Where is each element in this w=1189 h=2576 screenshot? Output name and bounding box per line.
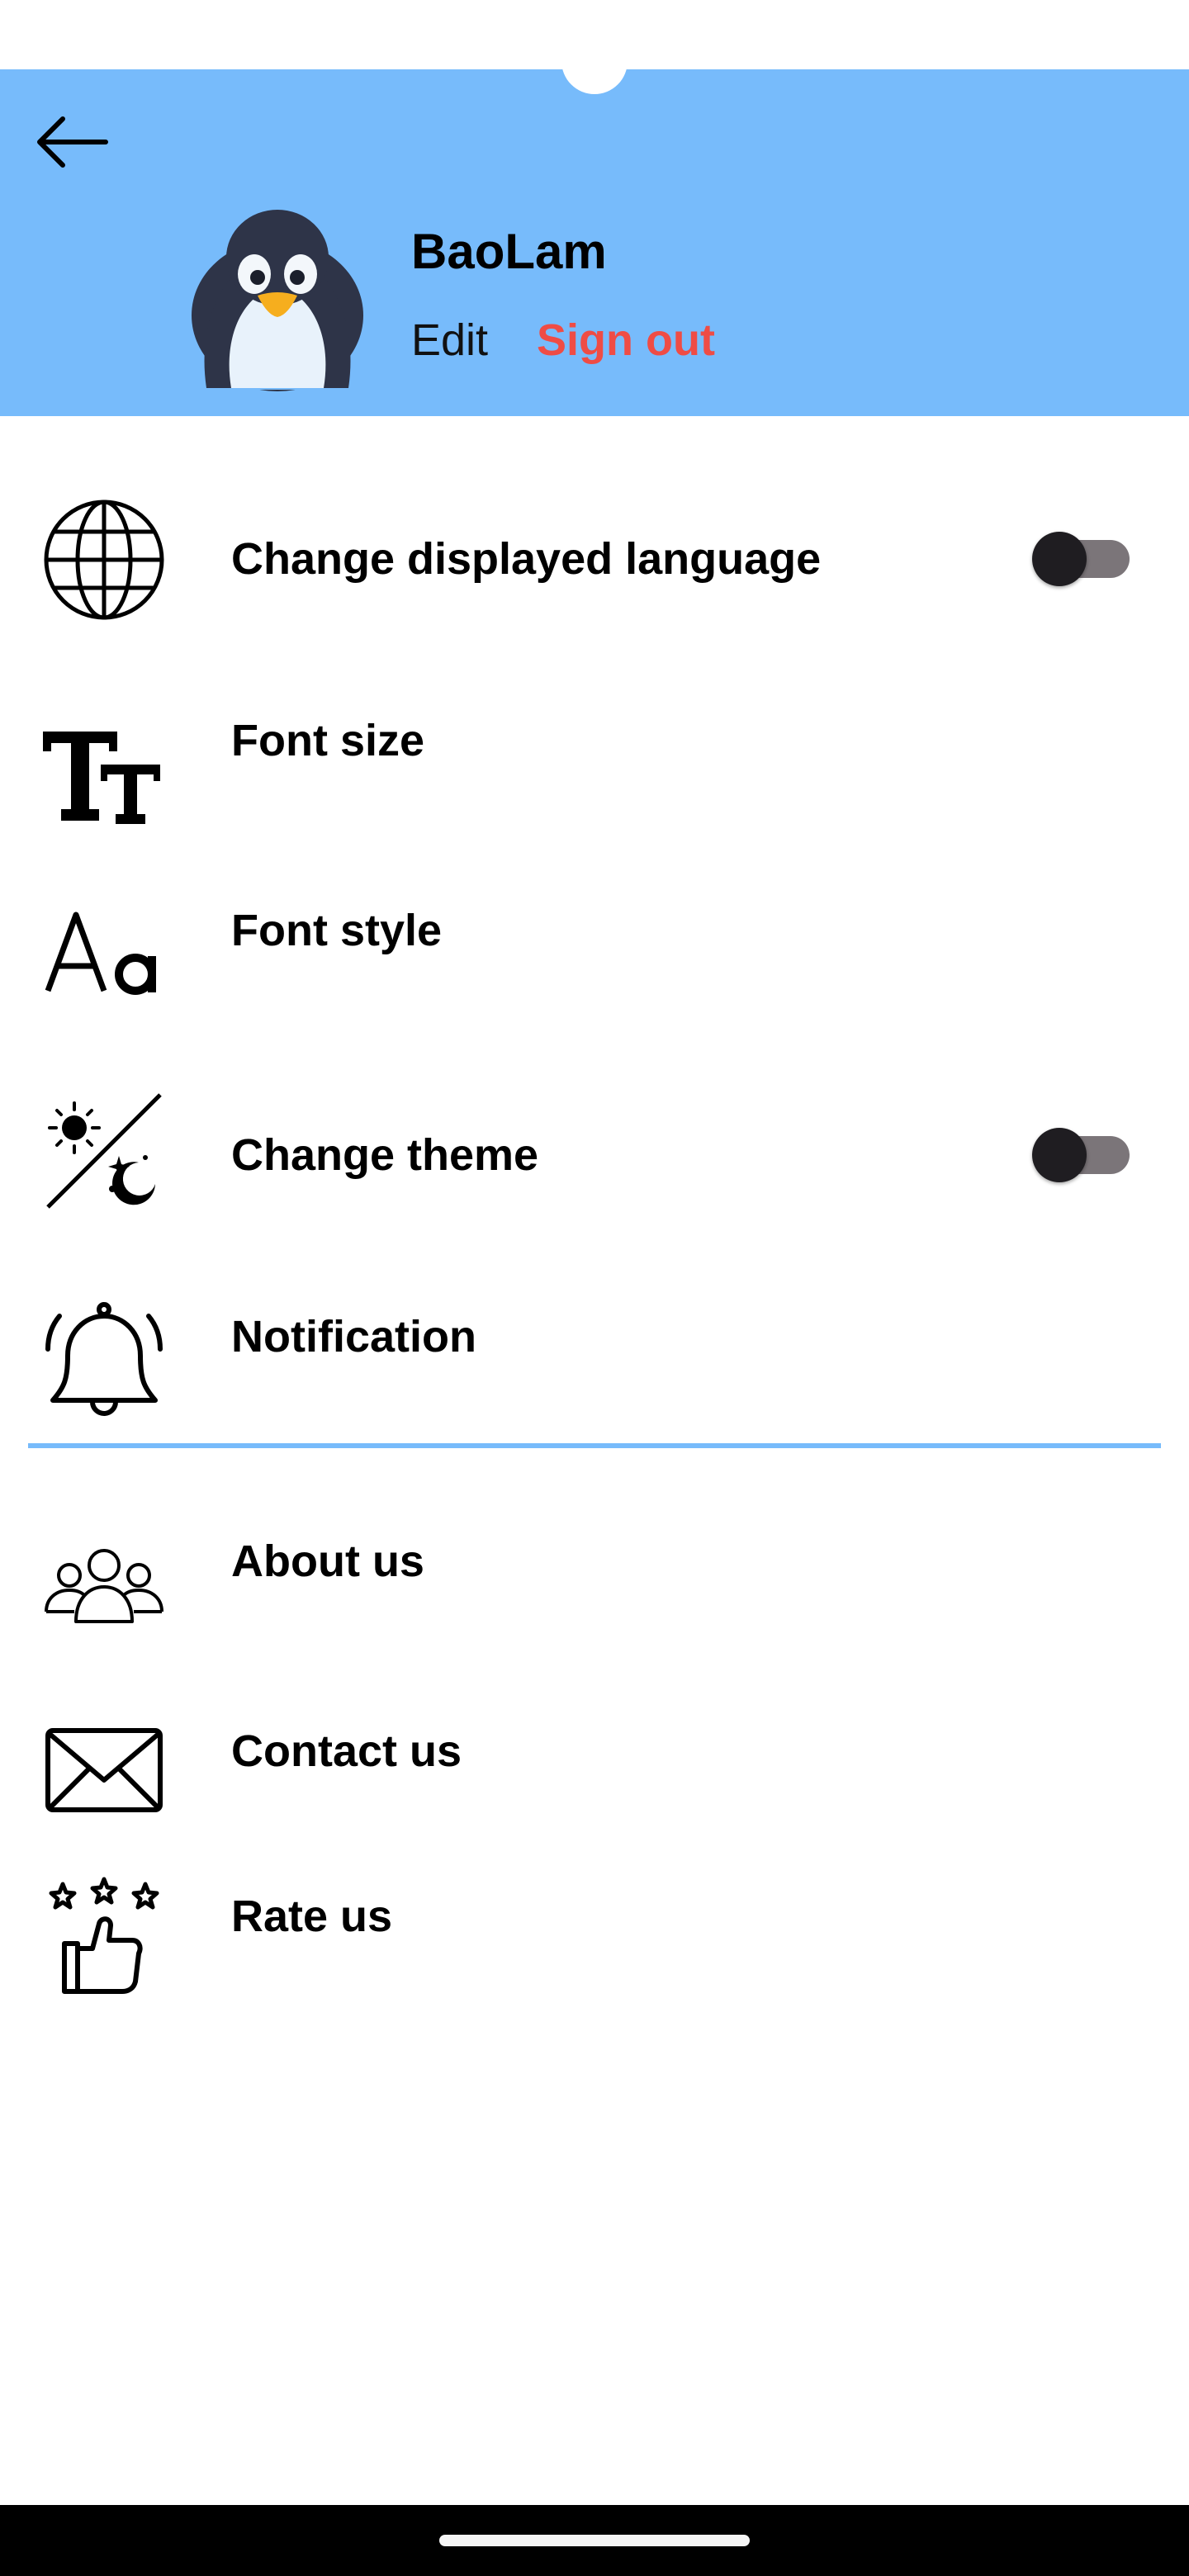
edit-profile-link[interactable]: Edit: [411, 307, 488, 373]
avatar[interactable]: [190, 206, 365, 391]
bell-icon: [43, 1301, 165, 1423]
settings-item-rate[interactable]: Rate us: [0, 1858, 1189, 2006]
settings-item-font-size[interactable]: Font size: [0, 694, 1189, 842]
theme-icon: [43, 1087, 165, 1209]
section-divider: [28, 1443, 1161, 1448]
sign-out-link[interactable]: Sign out: [537, 307, 715, 373]
settings-item-label: Change displayed language: [231, 534, 822, 584]
home-indicator[interactable]: [439, 2535, 750, 2546]
back-arrow-icon: [37, 116, 108, 168]
rate-icon: [43, 1877, 165, 2000]
settings-item-label: Contact us: [231, 1726, 462, 1776]
people-icon: [43, 1519, 165, 1641]
settings-item-label: Notification: [231, 1312, 476, 1361]
settings-item-contact[interactable]: Contact us: [0, 1691, 1189, 1840]
username: BaoLam: [411, 224, 607, 279]
settings-item-label: Change theme: [231, 1130, 539, 1180]
settings-item-about[interactable]: About us: [0, 1501, 1189, 1650]
envelope-icon: [43, 1714, 165, 1836]
theme-toggle[interactable]: [1032, 1128, 1130, 1182]
settings-item-theme[interactable]: Change theme: [0, 1080, 1189, 1232]
font-style-icon: [43, 903, 165, 1025]
back-button[interactable]: [33, 109, 112, 175]
settings-item-label: Font size: [231, 716, 425, 765]
font-size-icon: [43, 712, 165, 834]
settings-item-label: About us: [231, 1537, 424, 1586]
language-toggle[interactable]: [1032, 532, 1130, 586]
settings-item-notification[interactable]: Notification: [0, 1275, 1189, 1423]
settings-item-label: Font style: [231, 906, 443, 955]
settings-item-font-style[interactable]: Font style: [0, 883, 1189, 1032]
toggle-knob: [1032, 532, 1087, 586]
settings-item-language[interactable]: Change displayed language: [0, 484, 1189, 636]
settings-item-label: Rate us: [231, 1892, 393, 1941]
toggle-knob: [1032, 1128, 1087, 1182]
navigation-bar: [0, 2505, 1189, 2576]
penguin-avatar-icon: [190, 210, 365, 391]
globe-icon: [43, 499, 165, 621]
